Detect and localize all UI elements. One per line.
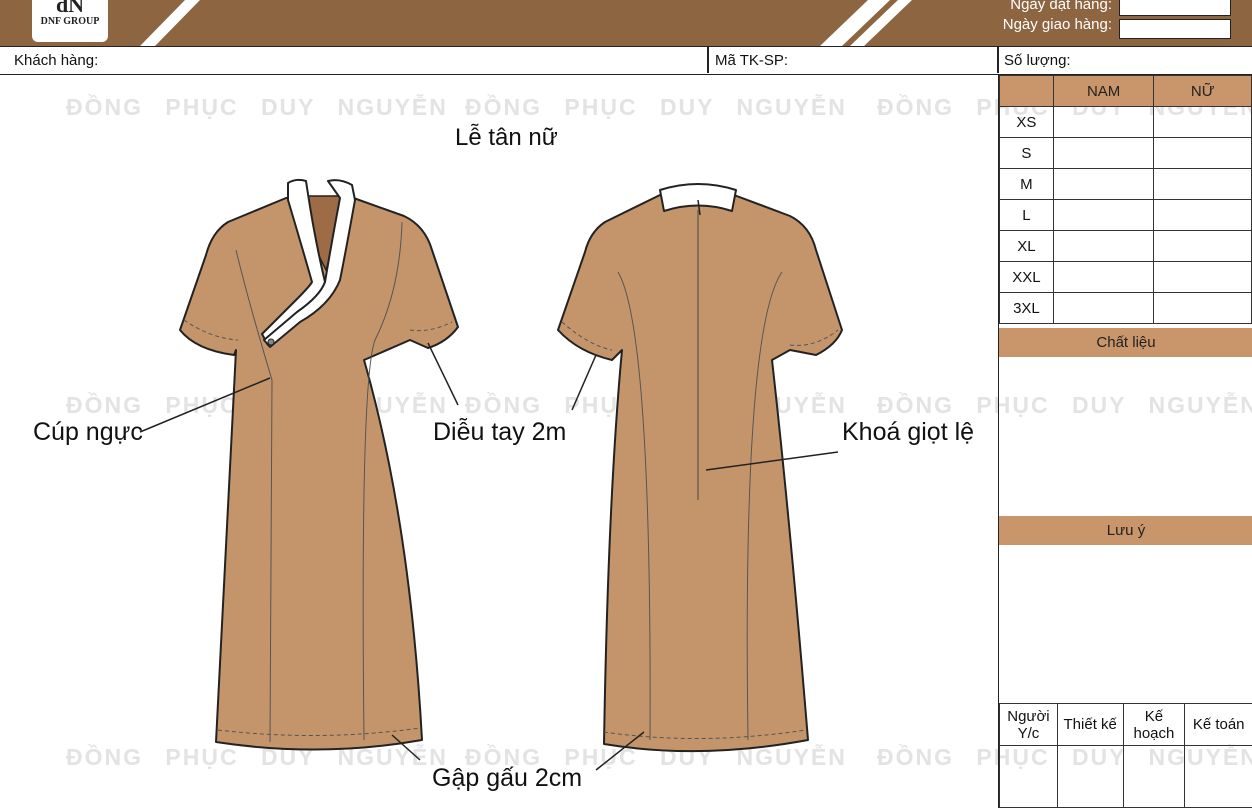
signature-cell[interactable] <box>1056 745 1124 808</box>
signature-row <box>999 745 1252 808</box>
notes-field[interactable] <box>999 545 1252 703</box>
quantity-label: Số lượng: <box>1004 52 1071 69</box>
callout-sleeve-topstitch: Diễu tay 2m <box>433 418 567 446</box>
size-label: L <box>999 199 1054 231</box>
order-date-field[interactable] <box>1119 0 1231 16</box>
size-label: 3XL <box>999 292 1054 324</box>
header-band: dN DNF GROUP Ngày đặt hàng: Ngày giao hà… <box>0 0 1252 46</box>
table-row: M <box>999 168 1252 200</box>
signature-requester-label: Người Y/c <box>999 703 1058 746</box>
female-qty-cell[interactable] <box>1153 106 1252 138</box>
design-title: Lễ tân nữ <box>455 124 558 151</box>
male-qty-cell[interactable] <box>1052 106 1155 138</box>
female-qty-cell[interactable] <box>1153 137 1252 169</box>
female-qty-cell[interactable] <box>1153 261 1252 293</box>
callout-bust-darts: Cúp ngực <box>33 418 143 446</box>
quantity-field[interactable]: Số lượng: <box>999 47 1252 73</box>
signature-cell[interactable] <box>1184 745 1252 808</box>
size-label: M <box>999 168 1054 200</box>
female-qty-cell[interactable] <box>1153 230 1252 262</box>
signature-designer-label: Thiết kế <box>1056 703 1124 746</box>
table-header-corner <box>999 75 1054 107</box>
logo-mark: dN <box>55 0 85 17</box>
table-row: XS <box>999 106 1252 138</box>
female-qty-cell[interactable] <box>1153 168 1252 200</box>
table-row: XL <box>999 230 1252 262</box>
size-label: XL <box>999 230 1054 262</box>
male-qty-cell[interactable] <box>1052 168 1155 200</box>
size-label: S <box>999 137 1054 169</box>
order-date-label: Ngày đặt hàng: <box>1010 0 1112 13</box>
female-qty-cell[interactable] <box>1153 199 1252 231</box>
male-qty-cell[interactable] <box>1052 137 1155 169</box>
product-code-field[interactable]: Mã TK-SP: <box>709 47 997 73</box>
order-info-row: Khách hàng: Mã TK-SP: Số lượng: <box>0 46 1252 75</box>
male-qty-cell[interactable] <box>1052 230 1155 262</box>
dress-back-view <box>557 183 843 771</box>
customer-field[interactable]: Khách hàng: <box>0 47 707 73</box>
delivery-date-field[interactable] <box>1119 19 1231 39</box>
table-row: 3XL <box>999 292 1252 324</box>
table-row: XXL <box>999 261 1252 293</box>
signature-table: Người Y/c Thiết kế Kế hoạch Kế toán <box>999 703 1252 808</box>
table-row: S <box>999 137 1252 169</box>
logo-text: DNF GROUP <box>40 16 100 27</box>
size-label: XXL <box>999 261 1054 293</box>
dress-front-view <box>139 178 459 761</box>
column-header-female: NỮ <box>1153 75 1252 107</box>
table-row: L <box>999 199 1252 231</box>
order-spec-panel: NAM NỮ XS S M L XL XXL 3XL Chất liệu Lưu… <box>998 75 1252 808</box>
signature-accounting-label: Kế toán <box>1184 703 1252 746</box>
female-qty-cell[interactable] <box>1153 292 1252 324</box>
size-quantity-table: NAM NỮ XS S M L XL XXL 3XL <box>999 75 1252 324</box>
callout-teardrop-zipper: Khoá giọt lệ <box>842 418 975 446</box>
column-header-male: NAM <box>1052 75 1155 107</box>
male-qty-cell[interactable] <box>1052 261 1155 293</box>
signature-cell[interactable] <box>999 745 1058 808</box>
table-header-row: NAM NỮ <box>999 75 1252 107</box>
signature-header-row: Người Y/c Thiết kế Kế hoạch Kế toán <box>999 703 1252 746</box>
signature-cell[interactable] <box>1122 745 1186 808</box>
size-label: XS <box>999 106 1054 138</box>
product-code-label: Mã TK-SP: <box>715 52 789 69</box>
male-qty-cell[interactable] <box>1052 292 1155 324</box>
material-header: Chất liệu <box>999 328 1252 357</box>
customer-label: Khách hàng: <box>14 52 99 69</box>
notes-header: Lưu ý <box>999 516 1252 545</box>
callout-hem-fold: Gập gấu 2cm <box>432 764 583 792</box>
material-field[interactable] <box>999 357 1252 515</box>
male-qty-cell[interactable] <box>1052 199 1155 231</box>
signature-planning-label: Kế hoạch <box>1122 703 1186 746</box>
delivery-date-label: Ngày giao hàng: <box>1002 16 1112 33</box>
company-logo: dN DNF GROUP <box>32 0 108 42</box>
